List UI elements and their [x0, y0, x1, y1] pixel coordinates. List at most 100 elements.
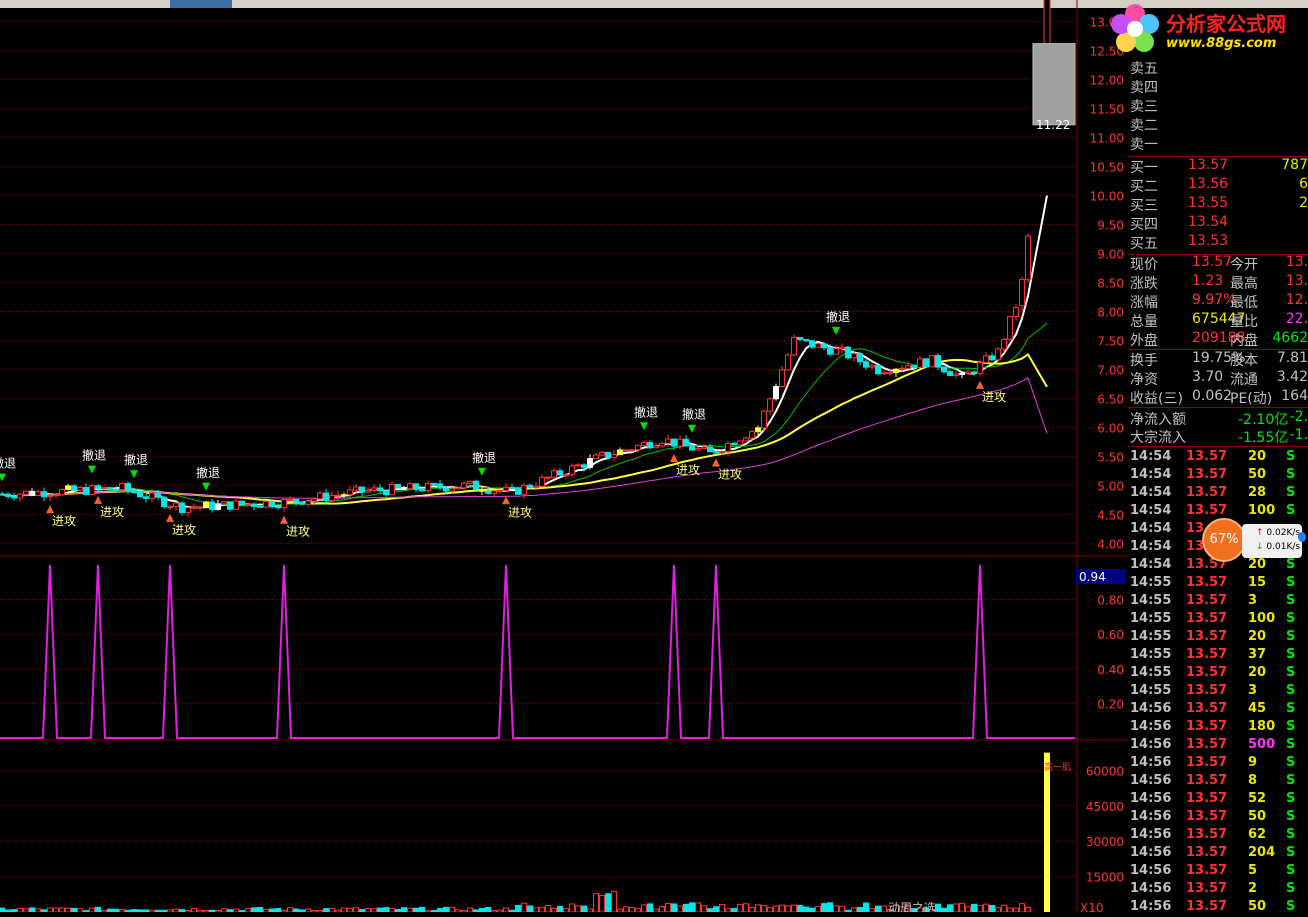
indicator-tick-label: 0.20: [1097, 697, 1124, 711]
volume-bar: [737, 903, 743, 912]
volume-bar: [689, 902, 695, 912]
candle-body: [173, 502, 179, 508]
buy-signal-label: 进攻: [172, 523, 196, 537]
tick-time: 14:55: [1130, 647, 1172, 662]
candle-body: [89, 485, 95, 495]
buy-signal-label: 进攻: [718, 467, 742, 481]
candle-body: [221, 501, 227, 505]
candle-body: [659, 442, 665, 447]
tick-side: S: [1286, 593, 1296, 608]
tick-volume: 100: [1248, 611, 1276, 626]
quote-row: 换手 19.75% 股本 7.81: [1130, 350, 1308, 369]
candle-body: [485, 490, 491, 494]
quote-row: 卖四: [1130, 77, 1308, 96]
sell-signal-label: 撤退: [124, 452, 148, 467]
volume-bar: [611, 890, 617, 912]
order-volume: 787: [1281, 157, 1308, 173]
tick-price: 13.57: [1186, 449, 1228, 464]
quote-row: 外盘 209188 内盘 4662: [1130, 330, 1308, 349]
candle-body: [125, 483, 131, 491]
candle-body: [803, 339, 809, 342]
stat-label: 外盘: [1130, 333, 1158, 349]
candle-body: [701, 446, 707, 450]
candle-body: [293, 498, 299, 503]
candle-body: [257, 505, 263, 508]
candle-body: [215, 503, 221, 510]
volume-bar: [419, 906, 425, 912]
candle-body: [107, 487, 113, 490]
buy-arrow-icon: [976, 380, 984, 389]
candle-body: [371, 487, 377, 491]
candle-body: [557, 470, 563, 476]
quote-row: 买一 13.57 787: [1130, 157, 1308, 176]
volume-tick-label: 45000: [1086, 800, 1124, 814]
sell-signal-label: 撤退: [82, 448, 106, 463]
tick-time: 14:56: [1130, 719, 1172, 734]
tick-side: S: [1286, 683, 1296, 698]
volume-bar: [527, 905, 533, 912]
candle-body: [443, 487, 449, 492]
candle-body: [425, 482, 431, 492]
y-axis-labels: 13.0012.5012.0011.5011.0010.5010.009.509…: [888, 16, 1126, 912]
volume-bar: [605, 893, 611, 912]
speed-percent: 67%: [1202, 518, 1246, 562]
candle-body: [263, 501, 269, 508]
candle-body: [581, 464, 587, 468]
quote-row: 14:54 13.57 20 S: [1130, 449, 1308, 467]
quote-row: 总量 675447 量比 22.: [1130, 311, 1308, 330]
volume-bar: [731, 908, 737, 912]
volume-bar: [545, 905, 551, 912]
quote-row: 14:56 13.57 50 S: [1130, 899, 1308, 917]
candle-body: [737, 440, 743, 446]
volume-tick-label: 60000: [1086, 764, 1124, 778]
quote-row: 14:55 13.57 20 S: [1130, 629, 1308, 647]
volume-bar: [257, 906, 263, 912]
quote-row: 14:55 13.57 3 S: [1130, 593, 1308, 611]
volume-bar: [191, 907, 197, 912]
quote-row: 净资 3.70 流通 3.42: [1130, 369, 1308, 388]
candle-body: [455, 487, 461, 490]
volume-bar: [539, 906, 545, 912]
candle-body: [605, 451, 611, 458]
volume-bar: [383, 907, 389, 912]
tick-price: 13.57: [1186, 611, 1228, 626]
price-tick-label: 7.00: [1097, 363, 1124, 377]
candle-body: [467, 480, 473, 484]
candle-body: [347, 489, 353, 496]
flow-label: 净流入额: [1130, 412, 1186, 428]
volume-bar: [995, 907, 1001, 912]
candle-body: [1025, 235, 1031, 281]
candle-body: [389, 483, 395, 496]
order-price: 13.57: [1188, 157, 1229, 173]
tick-volume: 500: [1248, 737, 1276, 752]
sell-signal-label: 撤退: [682, 407, 706, 422]
candle-body: [53, 494, 59, 497]
volume-bar: [881, 905, 887, 912]
tick-volume: 37: [1248, 647, 1267, 662]
candle-body: [611, 454, 617, 458]
quote-row: 14:55 13.57 20 S: [1130, 665, 1308, 683]
kline-chart[interactable]: 13.5711.22 撤退撤退撤退撤退撤退撤退撤退撤退进攻进攻进攻进攻进攻进攻进…: [0, 0, 1128, 912]
candle-body: [161, 496, 167, 508]
volume-bar: [761, 905, 767, 912]
candle-body: [245, 503, 251, 506]
flow-extra: -1.: [1289, 427, 1308, 443]
volume-bar: [743, 903, 749, 912]
network-speed-widget[interactable]: 67% ↑ 0.02K/s ↓ 0.01K/s: [1198, 514, 1306, 562]
stat-label: 最低: [1230, 295, 1258, 311]
tick-time: 14:56: [1130, 809, 1172, 824]
tick-time: 14:56: [1130, 701, 1172, 716]
volume-bar: [53, 907, 59, 912]
candle-body: [71, 485, 77, 491]
candle-body: [779, 369, 785, 388]
candle-body: [941, 366, 947, 373]
volume-bar: [389, 907, 395, 912]
quote-row: 14:56 13.57 62 S: [1130, 827, 1308, 845]
price-tick-label: 7.50: [1097, 334, 1124, 348]
tick-side: S: [1286, 719, 1296, 734]
sell-arrow-icon: [688, 424, 696, 433]
tick-side: S: [1286, 611, 1296, 626]
candle-body: [413, 483, 419, 490]
candle-body: [1001, 338, 1007, 350]
stat-label: 内盘: [1230, 333, 1258, 349]
